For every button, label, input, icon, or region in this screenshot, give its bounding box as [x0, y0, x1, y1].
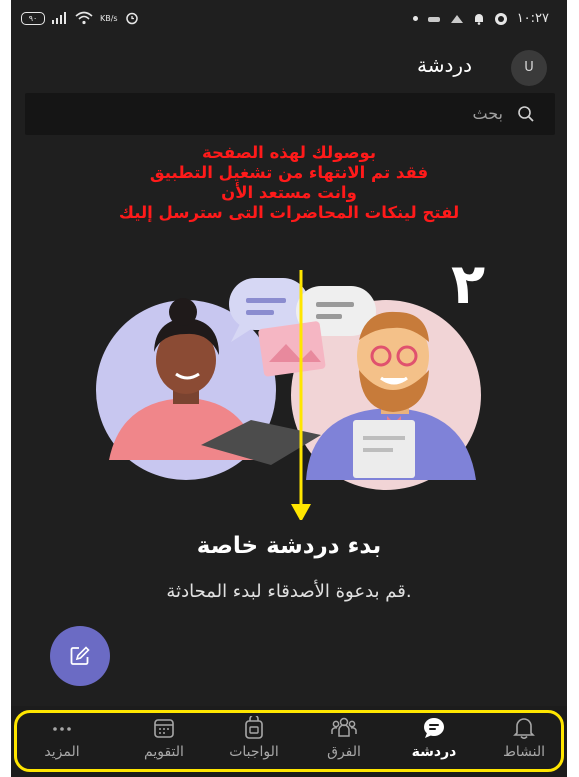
- chat-icon: [424, 718, 444, 738]
- app-notification-icon: [427, 16, 440, 22]
- page-title: دردشة: [417, 53, 472, 77]
- nav-label: المزيد: [44, 744, 80, 760]
- instruction-line: فقد تم الانتهاء من تشغيل التطبيق: [149, 163, 429, 182]
- nav-item-calendar[interactable]: التقويم: [125, 716, 203, 768]
- phone-screen: ٩٠ KB/s ١٠:٢٧ دردشة U بحث بوصولك لهذه ال…: [11, 0, 567, 777]
- signal-icon: [52, 12, 66, 24]
- app-notification-icon: [494, 12, 507, 25]
- instruction-line: بوصولك لهذه الصفحة: [201, 143, 377, 162]
- instruction-line: لفتح لينكات المحاضرات التى سترسل إليك: [118, 203, 460, 222]
- alarm-icon: [125, 12, 138, 25]
- instruction-line: وانت مستعد الأن: [221, 183, 357, 202]
- nav-item-more[interactable]: المزيد: [23, 716, 101, 768]
- status-time: ١٠:٢٧: [516, 11, 549, 26]
- search-icon: [518, 106, 534, 122]
- search-bar[interactable]: بحث: [25, 93, 555, 135]
- nav-label: الواجبات: [229, 744, 279, 760]
- wifi-icon: [75, 11, 93, 25]
- app-header: دردشة U: [11, 40, 567, 90]
- notification-dot-icon: [412, 16, 418, 21]
- nav-label: الفرق: [327, 744, 361, 760]
- nav-label: التقويم: [144, 744, 184, 760]
- nav-item-activity[interactable]: النشاط: [485, 716, 563, 768]
- battery-icon: ٩٠: [21, 11, 45, 25]
- bell-icon: [513, 718, 535, 740]
- nav-item-assignments[interactable]: الواجبات: [215, 716, 293, 768]
- assignments-icon: [245, 716, 263, 739]
- calendar-icon: [154, 719, 174, 738]
- new-chat-button[interactable]: [50, 626, 110, 686]
- nav-label: النشاط: [502, 744, 546, 760]
- more-icon: [53, 727, 71, 731]
- teams-icon: [331, 717, 357, 737]
- search-placeholder: بحث: [472, 104, 504, 123]
- bell-status-icon: [474, 14, 483, 25]
- nav-item-chat[interactable]: دردشة: [395, 716, 473, 768]
- net-speed: KB/s: [100, 13, 118, 23]
- avatar[interactable]: U: [511, 50, 547, 86]
- bottom-nav: النشاط دردشة الفرق الواجبات التقويم المز…: [11, 706, 567, 777]
- compose-icon: [70, 646, 90, 665]
- chat-illustration: [96, 270, 481, 520]
- nav-item-teams[interactable]: الفرق: [305, 716, 383, 768]
- instruction-overlay: بوصولك لهذه الصفحة فقد تم الانتهاء من تش…: [11, 143, 567, 223]
- status-bar: ٩٠ KB/s ١٠:٢٧: [11, 0, 567, 40]
- app-notification-icon: [450, 14, 463, 23]
- nav-label: دردشة: [411, 744, 457, 760]
- empty-state-title: بدء دردشة خاصة: [196, 533, 382, 559]
- empty-state-description: قم بدعوة الأصدقاء لبدء المحادثة.: [166, 581, 412, 602]
